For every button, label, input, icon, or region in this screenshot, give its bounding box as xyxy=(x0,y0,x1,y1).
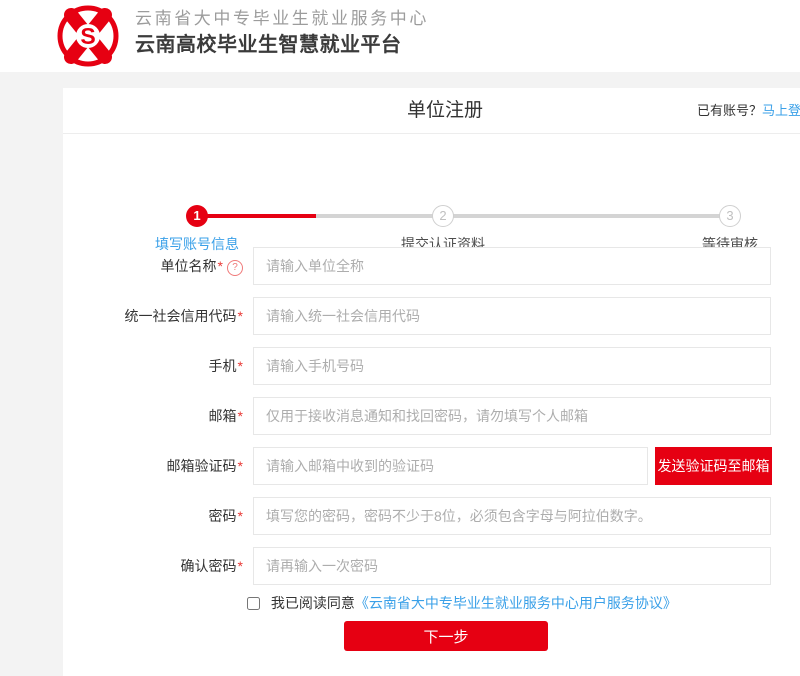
credit-code-label: 统一社会信用代码* xyxy=(63,297,243,335)
help-icon[interactable]: ? xyxy=(227,260,243,276)
form-row-email-code: 邮箱验证码* 发送验证码至邮箱 xyxy=(63,447,800,485)
login-hint-text: 已有账号？ xyxy=(697,103,762,118)
required-mark: * xyxy=(238,558,243,574)
password-label: 密码* xyxy=(63,497,243,535)
email-label: 邮箱* xyxy=(63,397,243,435)
form-row-credit-code: 统一社会信用代码* xyxy=(63,297,800,335)
required-mark: * xyxy=(238,508,243,524)
phone-input[interactable] xyxy=(253,347,771,385)
progress-steps: 1 2 3 填写账号信息 提交认证资料 等待审核 xyxy=(63,134,800,244)
page-title: 单位注册 xyxy=(63,88,800,133)
required-mark: * xyxy=(238,458,243,474)
email-input[interactable] xyxy=(253,397,771,435)
agreement-checkbox[interactable] xyxy=(247,597,260,610)
step-3-circle: 3 xyxy=(719,205,741,227)
step-2-circle: 2 xyxy=(432,205,454,227)
email-code-input[interactable] xyxy=(253,447,648,485)
confirm-password-label: 确认密码* xyxy=(63,547,243,585)
form-row-unit-name: 单位名称*? xyxy=(63,247,800,285)
registration-page: S 云南省大中专毕业生就业服务中心 云南高校毕业生智慧就业平台 单位注册 已有账… xyxy=(0,0,800,676)
form-row-phone: 手机* xyxy=(63,347,800,385)
required-mark: * xyxy=(238,408,243,424)
credit-code-input[interactable] xyxy=(253,297,771,335)
next-step-button[interactable]: 下一步 xyxy=(344,621,548,651)
phone-label: 手机* xyxy=(63,347,243,385)
agreement-row: 我已阅读同意《云南省大中专毕业生就业服务中心用户服务协议》 xyxy=(247,593,677,613)
org-name: 云南省大中专毕业生就业服务中心 xyxy=(135,7,429,31)
step-1-circle: 1 xyxy=(186,205,208,227)
form-row-confirm-password: 确认密码* xyxy=(63,547,800,585)
login-link[interactable]: 马上登录 xyxy=(762,103,800,118)
platform-name: 云南高校毕业生智慧就业平台 xyxy=(135,31,429,59)
unit-name-label: 单位名称*? xyxy=(63,247,243,285)
form-row-password: 密码* xyxy=(63,497,800,535)
progress-line-filled xyxy=(197,214,316,218)
unit-name-input[interactable] xyxy=(253,247,771,285)
logo-letter: S xyxy=(80,23,95,49)
login-hint: 已有账号？马上登录 xyxy=(697,88,800,133)
confirm-password-input[interactable] xyxy=(253,547,771,585)
progress-line-1-2 xyxy=(316,214,443,218)
platform-logo-icon: S xyxy=(56,4,120,68)
register-card: 单位注册 已有账号？马上登录 1 2 3 填写账号信息 提交认证资料 等待审核 … xyxy=(63,88,800,676)
progress-line-2-3 xyxy=(443,214,730,218)
required-mark: * xyxy=(238,358,243,374)
required-mark: * xyxy=(218,258,223,274)
agreement-link[interactable]: 《云南省大中专毕业生就业服务中心用户服务协议》 xyxy=(355,595,677,611)
email-code-label: 邮箱验证码* xyxy=(63,447,243,485)
form-row-email: 邮箱* xyxy=(63,397,800,435)
agreement-text: 我已阅读同意 xyxy=(271,595,355,611)
card-header: 单位注册 已有账号？马上登录 xyxy=(63,88,800,134)
password-input[interactable] xyxy=(253,497,771,535)
brand-text: 云南省大中专毕业生就业服务中心 云南高校毕业生智慧就业平台 xyxy=(135,7,429,59)
site-header: S 云南省大中专毕业生就业服务中心 云南高校毕业生智慧就业平台 xyxy=(0,0,800,72)
send-code-button[interactable]: 发送验证码至邮箱 xyxy=(655,447,772,485)
required-mark: * xyxy=(238,308,243,324)
